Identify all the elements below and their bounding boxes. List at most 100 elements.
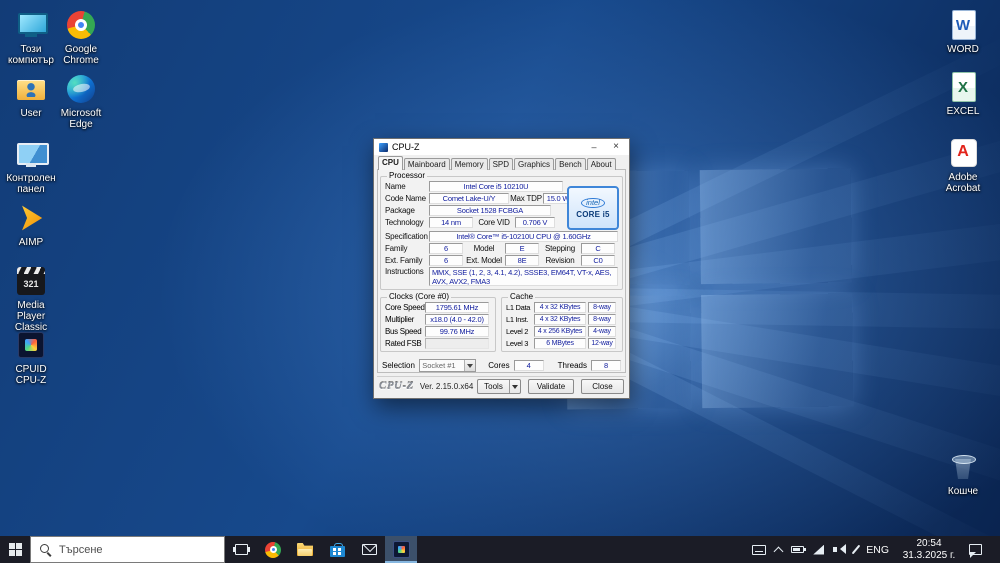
l1-inst-label: L1 Inst.: [506, 314, 529, 324]
level2-ways-field: 4-way: [588, 325, 616, 337]
desktop-icon-label: Microsoft Edge: [60, 108, 102, 130]
desktop-icon-label: EXCEL: [946, 106, 980, 117]
titlebar[interactable]: CPU-Z – ×: [374, 139, 629, 155]
core-speed-field: 1795.61 MHz: [425, 301, 489, 313]
volume-icon[interactable]: [833, 544, 847, 555]
technology-field: 14 nm: [429, 216, 473, 228]
l1-inst-size-field: 4 x 32 KBytes: [534, 313, 586, 325]
this-pc-icon: [14, 8, 48, 42]
chevron-down-icon[interactable]: [464, 359, 476, 371]
chrome-icon: [265, 541, 281, 558]
tab-memory[interactable]: Memory: [450, 158, 488, 170]
ext-family-field: 6: [429, 254, 463, 266]
taskbar-search[interactable]: Търсене: [30, 536, 225, 563]
package-field: Socket 1528 FCBGA: [429, 204, 551, 216]
cpu-tab-page: Processor Name Intel Core i5 10210U Code…: [377, 169, 626, 373]
tools-dropdown-icon[interactable]: [509, 379, 520, 393]
cache-group-label: Cache: [510, 292, 534, 301]
close-button[interactable]: ×: [605, 140, 627, 154]
desktop-icon-acrobat[interactable]: A Adobe Acrobat: [934, 136, 992, 194]
desktop-icon-aimp[interactable]: AIMP: [2, 201, 60, 248]
touch-keyboard-icon[interactable]: [752, 544, 767, 555]
tab-graphics[interactable]: Graphics: [514, 158, 555, 170]
tab-cpu[interactable]: CPU: [378, 156, 403, 170]
taskbar-clock[interactable]: 20:54 31.3.2025 г.: [898, 538, 960, 561]
battery-icon[interactable]: [791, 546, 807, 553]
stepping-label: Stepping: [545, 243, 575, 253]
tab-spd[interactable]: SPD: [488, 158, 514, 170]
desktop-icon-control-panel[interactable]: Контролен панел: [2, 137, 60, 195]
ext-model-field: 8E: [505, 254, 539, 266]
desktop-icon-edge[interactable]: Microsoft Edge: [52, 72, 110, 130]
family-field: 6: [429, 242, 463, 254]
desktop-icon-chrome[interactable]: Google Chrome: [52, 8, 110, 66]
hidden-icons-chevron-icon[interactable]: [773, 546, 784, 556]
l1-data-label: L1 Data: [506, 302, 531, 312]
network-signal-icon[interactable]: [813, 544, 825, 555]
close-window-button[interactable]: Close: [581, 378, 624, 394]
windows-logo-pane: [701, 293, 854, 409]
recycle-bin-icon: [946, 450, 980, 484]
desktop-icon-recycle-bin[interactable]: Кошче: [934, 450, 992, 497]
task-view-button[interactable]: [225, 536, 257, 563]
desktop-icon-label: Кошче: [947, 486, 979, 497]
minimize-button[interactable]: –: [583, 140, 605, 154]
intel-logo: intel: [581, 197, 605, 208]
tab-bench[interactable]: Bench: [555, 158, 586, 170]
taskbar-chrome-button[interactable]: [257, 536, 289, 563]
windows-logo-pane: [699, 168, 852, 285]
aimp-icon: [14, 201, 48, 235]
desktop-icon-cpuz[interactable]: CPUID CPU-Z: [2, 328, 60, 386]
revision-field: C0: [581, 254, 615, 266]
tab-about[interactable]: About: [586, 158, 616, 170]
taskbar-cpuz-button[interactable]: [385, 536, 417, 563]
acrobat-icon: A: [946, 136, 980, 170]
family-label: Family: [385, 243, 408, 253]
socket-selector[interactable]: Socket #1: [419, 358, 477, 372]
taskbar: Търсене ENG 20:54 31.3.2025 г.: [0, 536, 1000, 563]
pen-icon[interactable]: [851, 544, 861, 555]
start-button[interactable]: [0, 536, 30, 563]
level3-label: Level 3: [506, 338, 529, 348]
acrobat-a-glyph: A: [957, 143, 969, 160]
name-field: Intel Core i5 10210U: [429, 180, 563, 192]
desktop-icon-excel[interactable]: X EXCEL: [934, 70, 992, 117]
window-title: CPU-Z: [392, 142, 420, 152]
model-field: E: [505, 242, 539, 254]
chrome-icon: [64, 8, 98, 42]
validate-button[interactable]: Validate: [528, 378, 574, 394]
multiplier-field: x18.0 (4.0 - 42.0): [425, 313, 489, 325]
cpuz-app-icon: [14, 328, 48, 362]
action-center-icon[interactable]: [969, 544, 982, 558]
word-icon: W: [946, 8, 980, 42]
max-tdp-label: Max TDP: [510, 193, 542, 203]
level3-size-field: 6 MBytes: [534, 337, 586, 349]
clock-date: 31.3.2025 г.: [902, 549, 956, 561]
clocks-group-label: Clocks (Core #0): [389, 292, 450, 301]
search-icon: [40, 544, 51, 555]
desktop-icon-label: Adobe Acrobat: [945, 172, 981, 194]
control-panel-icon: [14, 137, 49, 171]
core-i5-text: CORE i5: [576, 209, 610, 219]
core-speed-label: Core Speed: [385, 302, 425, 312]
l1-data-size-field: 4 x 32 KBytes: [534, 301, 586, 313]
selection-label: Selection: [382, 360, 415, 370]
desktop-icon-media-player-classic[interactable]: 321 Media Player Classic: [2, 264, 60, 333]
taskbar-mail-button[interactable]: [353, 536, 385, 563]
windows-logo-icon: [8, 543, 22, 556]
tools-button[interactable]: Tools: [477, 378, 521, 394]
taskbar-explorer-button[interactable]: [289, 536, 321, 563]
task-view-icon: [234, 544, 248, 555]
tools-button-label: Tools: [484, 381, 503, 391]
taskbar-store-button[interactable]: [321, 536, 353, 563]
tab-mainboard[interactable]: Mainboard: [403, 158, 450, 170]
desktop-icon-label: CPUID CPU-Z: [15, 364, 47, 386]
core-vid-label: Core VID: [478, 217, 510, 227]
stepping-field: C: [581, 242, 615, 254]
desktop-icon-word[interactable]: W WORD: [934, 8, 992, 55]
l1-inst-ways-field: 8-way: [588, 313, 616, 325]
clocks-group: Clocks (Core #0) Core Speed 1795.61 MHz …: [380, 293, 496, 352]
window-footer: CPU-Z Ver. 2.15.0.x64 Tools Validate Clo…: [377, 376, 626, 398]
media-player-classic-icon: 321: [14, 264, 48, 298]
language-indicator[interactable]: ENG: [866, 544, 889, 556]
